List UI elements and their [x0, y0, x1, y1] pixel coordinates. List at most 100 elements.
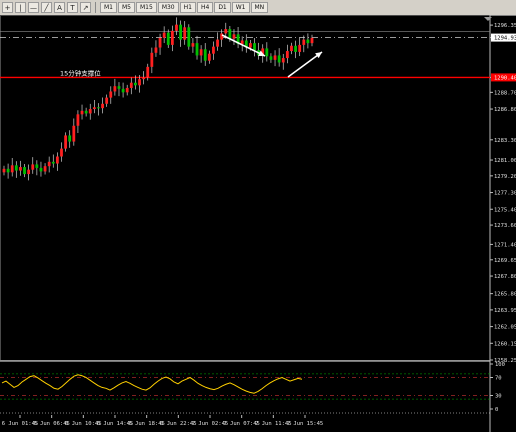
candle-body	[10, 165, 14, 173]
arrow-icon: ↗	[82, 3, 89, 12]
candle-body	[232, 34, 236, 39]
candle-body	[273, 55, 277, 60]
timeframe-h4-button[interactable]: H4	[196, 2, 214, 13]
candle-body	[310, 37, 314, 44]
candle-body	[117, 86, 121, 89]
chart-shift-icon[interactable]	[484, 17, 492, 21]
candle-body	[142, 77, 146, 80]
candle-body	[302, 39, 306, 45]
candle-body	[175, 24, 178, 31]
candle-body	[170, 30, 174, 45]
timeframe-h1-button[interactable]: H1	[179, 2, 196, 13]
candle-body	[92, 107, 96, 110]
candle-body	[298, 44, 302, 52]
candle-body	[265, 48, 269, 57]
candle-body	[277, 55, 281, 63]
support-annotation-label[interactable]: 15分钟支撑位	[60, 68, 101, 77]
candle-body	[187, 27, 191, 47]
arrow-tool-button[interactable]: ↗	[80, 2, 91, 13]
candle-body	[220, 33, 224, 40]
candle-body	[51, 161, 55, 164]
horizontal-line-tool-button[interactable]: —	[28, 2, 39, 13]
price-axis-label: 1269.65	[494, 258, 516, 264]
price-axis-label: 1265.80	[494, 292, 516, 298]
price-axis-label: 1263.95	[494, 308, 516, 314]
candle-body	[88, 109, 92, 114]
candle-body	[109, 91, 113, 98]
candle-body	[228, 29, 232, 39]
candle-body	[212, 46, 215, 54]
candle-body	[2, 168, 6, 173]
candle-body	[138, 79, 141, 86]
candle-body	[253, 43, 256, 51]
trendline-icon: ╱	[44, 3, 49, 12]
candle-body	[249, 43, 252, 48]
price-axis-label: 1273.60	[494, 223, 516, 229]
price-axis-label: 1288.70	[494, 90, 516, 96]
trendline-tool-button[interactable]: ╱	[41, 2, 52, 13]
timeframe-w1-button[interactable]: W1	[231, 2, 250, 13]
candle-body	[191, 43, 195, 47]
candle-body	[129, 82, 133, 88]
text-label-icon: T	[70, 3, 75, 12]
candle-body	[306, 39, 310, 44]
price-axis-label: 1271.40	[494, 242, 516, 248]
candle-body	[68, 135, 72, 142]
candle-body	[195, 43, 199, 56]
candle-body	[166, 32, 170, 45]
text-label-tool-button[interactable]: T	[67, 2, 78, 13]
candle-body	[179, 24, 182, 40]
rsi-axis-label: 30	[495, 394, 502, 400]
candle-body	[199, 49, 203, 56]
rsi-axis-label: 70	[495, 376, 502, 382]
timeframe-m5-button[interactable]: M5	[118, 2, 135, 13]
candle-body	[158, 37, 162, 48]
candle-body	[240, 40, 244, 45]
candle-body	[290, 45, 293, 52]
candle-body	[224, 29, 228, 34]
candle-body	[35, 164, 39, 168]
rsi-axis-label: 0	[495, 407, 498, 413]
price-axis-label: 1275.40	[494, 207, 516, 213]
candle-body	[113, 86, 117, 92]
price-axis-label: 1281.00	[494, 158, 516, 164]
candle-body	[72, 125, 76, 142]
up-arrow-icon[interactable]	[287, 51, 323, 78]
price-axis-label: 1279.20	[494, 174, 516, 180]
chart-area[interactable]: 1296.35 1294.93 1290.40 1288.70 1286.80 1283.…	[0, 15, 516, 432]
rsi-axis-label: 100	[495, 362, 505, 368]
candle-body	[14, 165, 18, 171]
candle-body	[285, 51, 289, 59]
timeframe-m15-button[interactable]: M15	[136, 2, 157, 13]
candle-body	[55, 156, 59, 164]
candle-body	[281, 58, 285, 63]
vertical-line-tool-button[interactable]: |	[15, 2, 26, 13]
candle-body	[31, 164, 35, 170]
timeframe-d1-button[interactable]: D1	[214, 2, 231, 13]
timeframe-m1-button[interactable]: M1	[100, 2, 117, 13]
candle-body	[121, 88, 125, 93]
candle-body	[269, 56, 273, 60]
main-chart-frame	[0, 15, 491, 361]
candle-body	[27, 169, 31, 175]
candle-body	[23, 167, 26, 175]
candle-body	[43, 166, 47, 172]
candle-body	[101, 103, 104, 109]
text-tool-button[interactable]: A	[54, 2, 65, 13]
candle-body	[294, 45, 297, 52]
timeframe-mn-button[interactable]: MN	[250, 2, 269, 13]
price-axis-label: 1277.30	[494, 191, 516, 197]
timeframe-m30-button[interactable]: M30	[157, 2, 179, 13]
candle-body	[203, 49, 207, 61]
crosshair-tool-button[interactable]: +	[2, 2, 13, 13]
horizontal-line-icon: —	[30, 3, 37, 12]
candle-body	[39, 167, 43, 172]
toolbar-separator	[95, 2, 96, 13]
candle-body	[80, 110, 84, 115]
crosshair-icon: +	[4, 3, 11, 12]
price-axis-label: 1296.35	[494, 23, 516, 29]
candle-body	[84, 110, 88, 114]
candle-body	[105, 97, 109, 104]
candle-body	[134, 82, 137, 86]
candle-body	[6, 168, 10, 173]
